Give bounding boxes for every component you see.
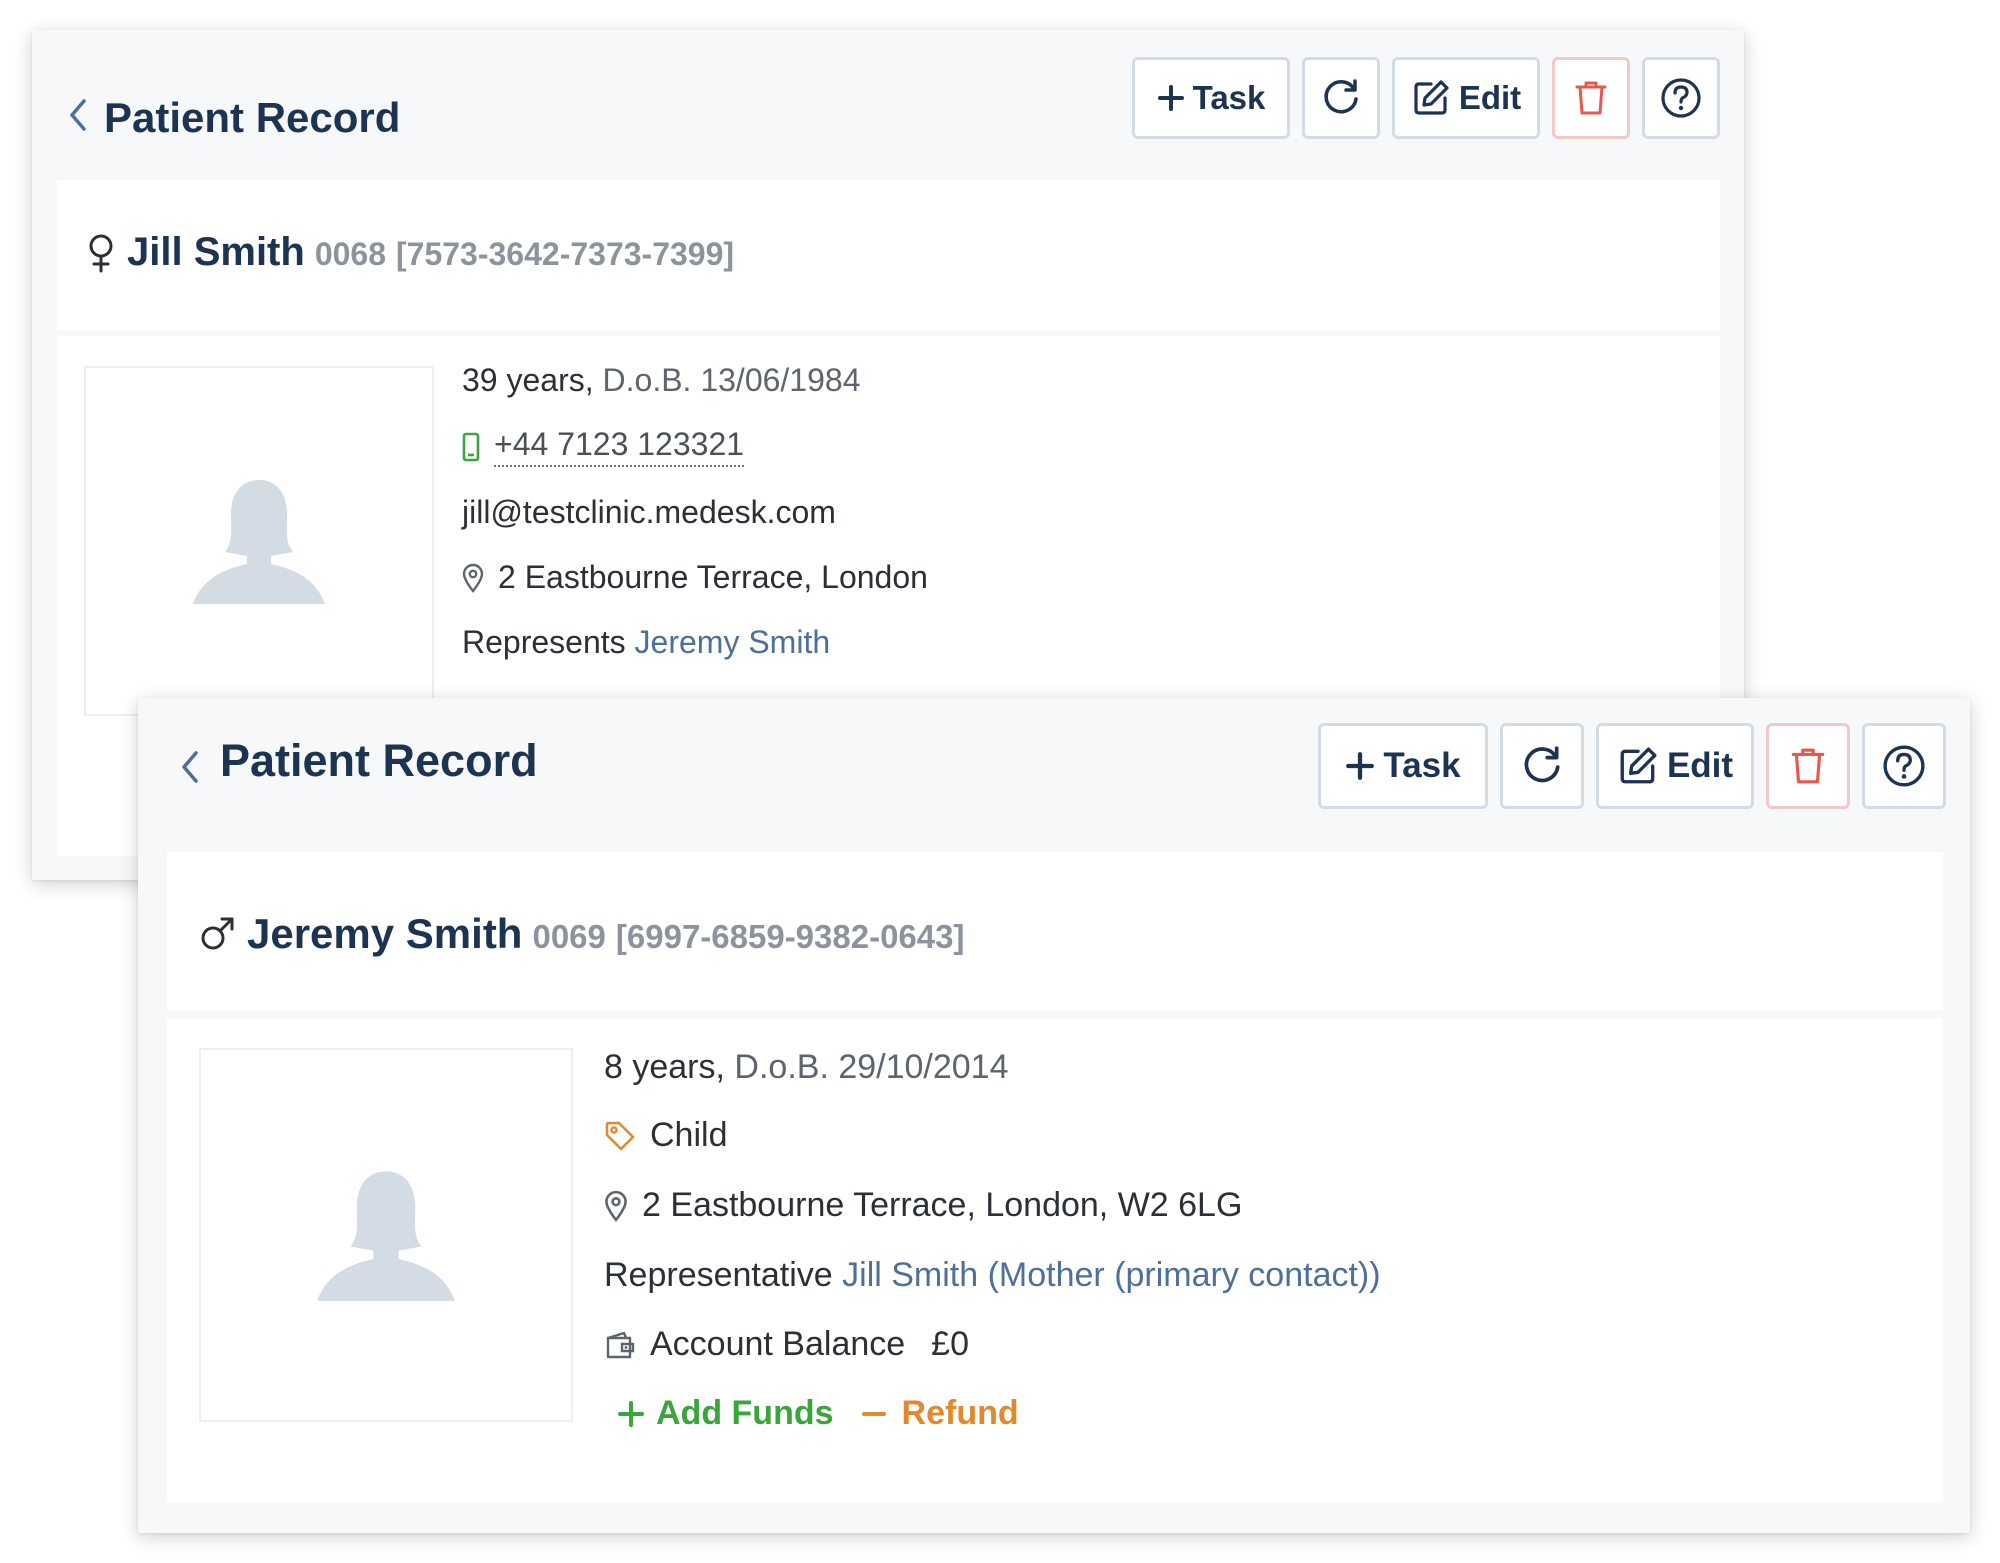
represents-line: Represents Jeremy Smith	[462, 624, 830, 661]
help-button[interactable]	[1642, 57, 1720, 139]
plus-icon	[1157, 84, 1185, 112]
edit-label: Edit	[1458, 79, 1522, 116]
trash-icon	[1790, 746, 1826, 786]
help-icon	[1660, 77, 1702, 119]
patient-email: jill@testclinic.medesk.com	[462, 494, 836, 530]
edit-button[interactable]: Edit	[1596, 723, 1754, 809]
help-button[interactable]	[1862, 723, 1946, 809]
patient-name-panel: Jill Smith 0068 [7573-3642-7373-7399]	[57, 180, 1720, 330]
balance-label: Account Balance	[650, 1325, 906, 1363]
plus-icon	[618, 1400, 644, 1427]
record-header: Patient Record Task Edit	[138, 698, 1970, 858]
add-task-button[interactable]: Task	[1132, 57, 1290, 139]
avatar	[199, 1048, 573, 1422]
toolbar: Task Edit	[1318, 723, 1946, 809]
representative-label: Representative	[604, 1256, 833, 1294]
wallet-icon	[604, 1330, 636, 1360]
back-chevron-icon[interactable]	[172, 744, 208, 790]
edit-label: Edit	[1666, 746, 1734, 785]
add-funds-button[interactable]: Add Funds	[618, 1394, 834, 1433]
patient-info: 39 years, D.o.B. 13/06/1984 +44 7123 123…	[462, 362, 1662, 682]
patient-name-row: Jill Smith 0068 [7573-3642-7373-7399]	[87, 230, 734, 275]
patient-details-panel: 8 years, D.o.B. 29/10/2014 Child 2 Eastb…	[167, 1018, 1943, 1503]
avatar	[84, 366, 434, 716]
patient-name: Jeremy Smith	[247, 910, 523, 957]
back-chevron-icon[interactable]	[60, 92, 96, 138]
patient-phone-link[interactable]: +44 7123 123321	[494, 426, 745, 467]
refresh-button[interactable]	[1302, 57, 1380, 139]
patient-record-card-jeremy: Patient Record Task Edit Jeremy Smith 00…	[138, 698, 1970, 1533]
represents-link[interactable]: Jeremy Smith	[635, 624, 831, 661]
patient-age: 39 years,	[462, 362, 594, 398]
represents-label: Represents	[462, 624, 626, 660]
patient-tag: Child	[650, 1116, 728, 1154]
add-task-label: Task	[1383, 746, 1461, 785]
female-icon	[87, 233, 115, 273]
delete-button[interactable]	[1766, 723, 1850, 809]
email-line: jill@testclinic.medesk.com	[462, 494, 836, 531]
patient-address: 2 Eastbourne Terrace, London, W2 6LG	[642, 1186, 1243, 1224]
add-task-button[interactable]: Task	[1318, 723, 1488, 809]
patient-number: 0068	[314, 236, 386, 272]
funds-actions: Add Funds Refund	[604, 1394, 1019, 1433]
age-line: 39 years, D.o.B. 13/06/1984	[462, 362, 860, 399]
avatar-placeholder-icon	[313, 1167, 459, 1303]
representative-line: Representative Jill Smith (Mother (prima…	[604, 1256, 1381, 1295]
patient-age: 8 years,	[604, 1048, 725, 1086]
page-title: Patient Record	[220, 735, 538, 786]
location-pin-icon	[462, 563, 484, 593]
patient-nhs-number: [7573-3642-7373-7399]	[396, 236, 735, 272]
tag-line: Child	[604, 1116, 727, 1155]
record-header: Patient Record Task Edit	[32, 30, 1744, 190]
mobile-phone-icon	[462, 432, 480, 462]
edit-icon	[1617, 745, 1659, 787]
add-task-label: Task	[1192, 79, 1266, 116]
avatar-placeholder-icon	[189, 476, 329, 606]
tag-icon	[604, 1120, 636, 1152]
address-line: 2 Eastbourne Terrace, London	[462, 559, 928, 596]
page-title: Patient Record	[104, 94, 401, 141]
patient-dob: D.o.B. 13/06/1984	[602, 362, 861, 398]
edit-button[interactable]: Edit	[1392, 57, 1540, 139]
delete-button[interactable]	[1552, 57, 1630, 139]
refund-label: Refund	[901, 1394, 1019, 1432]
balance-value: £0	[931, 1325, 969, 1363]
patient-address: 2 Eastbourne Terrace, London	[498, 559, 928, 595]
age-line: 8 years, D.o.B. 29/10/2014	[604, 1048, 1009, 1087]
patient-name-row: Jeremy Smith 0069 [6997-6859-9382-0643]	[199, 910, 965, 958]
refresh-icon	[1320, 77, 1362, 119]
balance-line: Account Balance £0	[604, 1325, 969, 1364]
refresh-button[interactable]	[1500, 723, 1584, 809]
add-funds-label: Add Funds	[656, 1394, 834, 1432]
trash-icon	[1574, 79, 1608, 117]
refresh-icon	[1520, 744, 1564, 788]
patient-name: Jill Smith	[127, 230, 305, 274]
location-pin-icon	[604, 1190, 628, 1222]
address-line: 2 Eastbourne Terrace, London, W2 6LG	[604, 1186, 1242, 1225]
patient-nhs-number: [6997-6859-9382-0643]	[615, 918, 965, 955]
plus-icon	[1345, 751, 1375, 781]
edit-icon	[1411, 78, 1451, 118]
patient-dob: D.o.B. 29/10/2014	[734, 1048, 1009, 1086]
refund-button[interactable]: Refund	[861, 1394, 1019, 1433]
patient-number: 0069	[532, 918, 606, 955]
patient-info: 8 years, D.o.B. 29/10/2014 Child 2 Eastb…	[604, 1048, 1904, 1468]
male-icon	[199, 916, 235, 952]
patient-name-panel: Jeremy Smith 0069 [6997-6859-9382-0643]	[167, 852, 1943, 1010]
phone-line: +44 7123 123321	[462, 426, 745, 467]
help-icon	[1882, 744, 1926, 788]
minus-icon	[861, 1410, 886, 1418]
representative-link[interactable]: Jill Smith (Mother (primary contact))	[842, 1256, 1380, 1295]
toolbar: Task Edit	[1132, 57, 1720, 139]
